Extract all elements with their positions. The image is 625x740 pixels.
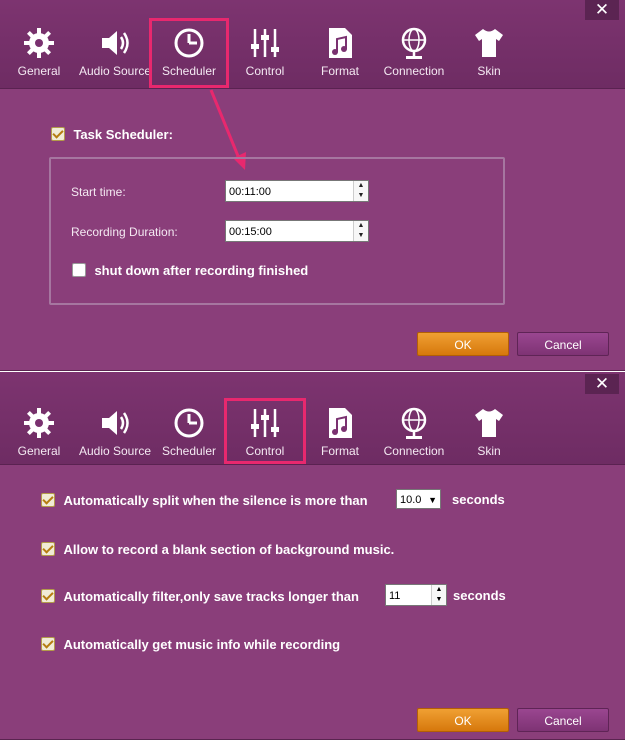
globe-icon <box>401 407 427 439</box>
shutdown-checkbox[interactable] <box>72 263 86 277</box>
clock-icon <box>174 28 204 58</box>
task-scheduler-label: Task Scheduler: <box>73 127 173 142</box>
silence-seconds-value: 10.0 <box>400 494 422 506</box>
duration-stepper[interactable]: ▲ ▼ <box>353 221 368 241</box>
min-track-length-unit: seconds <box>453 588 506 603</box>
tab-label: Scheduler <box>161 64 217 78</box>
tab-label: General <box>17 444 61 458</box>
close-button[interactable]: ✕ <box>585 0 619 20</box>
globe-icon <box>401 27 427 59</box>
task-scheduler-row[interactable]: Task Scheduler: <box>51 126 173 144</box>
speaker-icon <box>102 31 129 55</box>
tab-label: Connection <box>383 444 445 458</box>
min-track-length-value: 11 <box>389 590 401 602</box>
start-time-label: Start time: <box>71 185 126 199</box>
blank-section-row[interactable]: Allow to record a blank section of backg… <box>41 541 394 559</box>
auto-filter-row[interactable]: Automatically filter,only save tracks lo… <box>41 588 359 606</box>
duration-label: Recording Duration: <box>71 225 178 239</box>
settings-toolbar: ✕ General Audio Source Scheduler Control… <box>0 0 625 89</box>
tab-scheduler[interactable]: Scheduler <box>151 400 227 466</box>
start-time-input[interactable]: 00:11:00 ▲ ▼ <box>225 180 369 202</box>
tab-audio-source[interactable]: Audio Source <box>77 20 153 86</box>
auto-filter-label: Automatically filter,only save tracks lo… <box>63 589 359 604</box>
shutdown-row[interactable]: shut down after recording finished <box>72 262 308 280</box>
start-time-stepper[interactable]: ▲ ▼ <box>353 181 368 201</box>
min-track-length-input[interactable]: 11 ▲ ▼ <box>385 584 447 606</box>
tab-label: Connection <box>383 64 445 78</box>
tab-label: Scheduler <box>161 444 217 458</box>
min-track-length-stepper[interactable]: ▲ ▼ <box>431 585 446 605</box>
ok-button[interactable]: OK <box>417 708 509 732</box>
music-info-label: Automatically get music info while recor… <box>63 637 341 652</box>
tab-skin[interactable]: Skin <box>451 20 527 86</box>
tab-skin[interactable]: Skin <box>451 400 527 466</box>
auto-split-checkbox[interactable] <box>41 493 55 507</box>
auto-filter-checkbox[interactable] <box>41 589 55 603</box>
blank-section-checkbox[interactable] <box>41 542 55 556</box>
shutdown-label: shut down after recording finished <box>94 263 309 278</box>
settings-toolbar: ✕ General Audio Source Scheduler Control… <box>0 372 625 465</box>
tab-label: Skin <box>477 444 501 458</box>
tab-audio-source[interactable]: Audio Source <box>77 400 153 466</box>
tshirt-icon <box>475 409 503 437</box>
scheduler-settings-panel: ✕ General Audio Source Scheduler Control… <box>0 0 625 371</box>
tab-connection[interactable]: Connection <box>376 20 452 86</box>
gear-icon <box>24 408 54 438</box>
tab-label: Control <box>245 444 285 458</box>
duration-input[interactable]: 00:15:00 ▲ ▼ <box>225 220 369 242</box>
music-info-checkbox[interactable] <box>41 637 55 651</box>
silence-seconds-select[interactable]: 10.0 ▼ <box>396 489 441 509</box>
auto-split-row[interactable]: Automatically split when the silence is … <box>41 492 368 510</box>
tab-format[interactable]: Format <box>302 20 378 86</box>
tab-connection[interactable]: Connection <box>376 400 452 466</box>
silence-seconds-unit: seconds <box>452 492 505 507</box>
music-file-icon <box>329 28 352 58</box>
music-info-row[interactable]: Automatically get music info while recor… <box>41 636 340 654</box>
cancel-button[interactable]: Cancel <box>517 708 609 732</box>
blank-section-label: Allow to record a blank section of backg… <box>63 542 395 557</box>
sliders-icon <box>251 29 279 57</box>
chevron-down-icon: ▼ <box>428 495 437 505</box>
tab-label: Format <box>320 444 359 458</box>
duration-value: 00:15:00 <box>229 226 272 238</box>
task-scheduler-checkbox[interactable] <box>51 127 65 141</box>
tab-label: Audio Source <box>78 444 152 458</box>
tab-general[interactable]: General <box>1 20 77 86</box>
gear-icon <box>24 28 54 58</box>
auto-split-label: Automatically split when the silence is … <box>63 493 368 508</box>
sliders-icon <box>251 409 279 437</box>
tab-control[interactable]: Control <box>227 20 303 86</box>
music-file-icon <box>329 408 352 438</box>
tab-label: Format <box>320 64 359 78</box>
clock-icon <box>174 408 204 438</box>
tab-label: Control <box>245 64 285 78</box>
tab-control[interactable]: Control <box>224 398 306 464</box>
scheduler-groupbox: Start time: 00:11:00 ▲ ▼ Recording Durati… <box>49 157 505 305</box>
tab-label: Skin <box>477 64 501 78</box>
tshirt-icon <box>475 29 503 57</box>
tab-format[interactable]: Format <box>302 400 378 466</box>
tab-scheduler[interactable]: Scheduler <box>149 18 229 88</box>
cancel-button[interactable]: Cancel <box>517 332 609 356</box>
close-button[interactable]: ✕ <box>585 374 619 394</box>
tab-general[interactable]: General <box>1 400 77 466</box>
tab-label: Audio Source <box>78 64 152 78</box>
start-time-value: 00:11:00 <box>229 186 272 198</box>
speaker-icon <box>102 411 129 435</box>
tab-label: General <box>17 64 61 78</box>
ok-button[interactable]: OK <box>417 332 509 356</box>
control-settings-panel: ✕ General Audio Source Scheduler Control… <box>0 372 625 740</box>
